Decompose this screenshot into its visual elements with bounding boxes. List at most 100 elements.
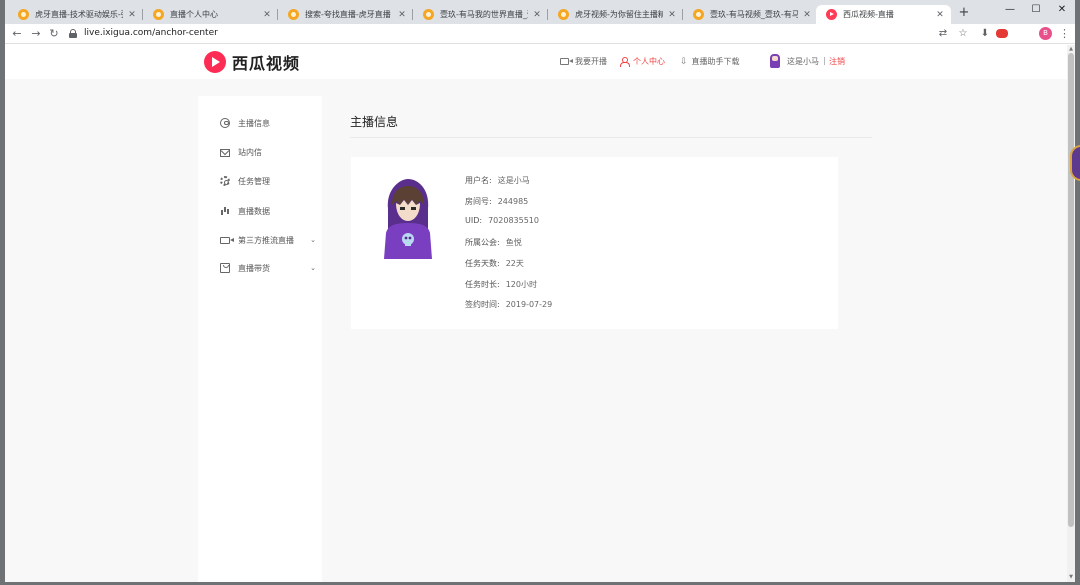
info-task-hours: 任务时长: 120小时 xyxy=(465,279,537,290)
info-label: 所属公会: xyxy=(465,238,500,247)
info-value: 这是小马 xyxy=(497,176,530,185)
tab-huya-personal[interactable]: 直播个人中心 ✕ xyxy=(143,5,278,24)
site-logo[interactable]: 西瓜视频 xyxy=(204,50,300,74)
huya-icon xyxy=(693,9,704,20)
translate-icon[interactable]: ⇄ xyxy=(936,27,950,41)
user-circle-icon xyxy=(220,118,230,128)
tab-strip: 虎牙直播-技术驱动娱乐-弹幕式互 ✕ 直播个人中心 ✕ 搜索-夸找直播-虎牙直播… xyxy=(5,0,1075,24)
video-camera-icon xyxy=(220,237,234,244)
lock-icon[interactable] xyxy=(69,29,77,38)
avatar[interactable] xyxy=(770,54,780,68)
assistant-download-link[interactable]: ⇩ 直播助手下载 xyxy=(680,56,740,67)
gear-icon xyxy=(220,176,230,186)
browser-window: 虎牙直播-技术驱动娱乐-弹幕式互 ✕ 直播个人中心 ✕ 搜索-夸找直播-虎牙直播… xyxy=(5,0,1075,582)
huya-icon xyxy=(288,9,299,20)
back-arrow-icon[interactable]: ← xyxy=(10,27,24,41)
tab-huya-videos[interactable]: 壹玖-有马视频_壹玖-有马直播视 ✕ xyxy=(683,5,818,24)
info-guild: 所属公会: 鱼悦 xyxy=(465,237,522,248)
info-label: 任务时长: xyxy=(465,280,500,289)
info-value: 鱼悦 xyxy=(505,238,522,247)
sidebar-item-anchor-info[interactable]: 主播信息 xyxy=(220,116,316,130)
page-content: 西瓜视频 我要开播 个人中心 ⇩ 直播助手下载 这是小马 | 注销 主播信息 站… xyxy=(5,45,1067,582)
info-value: 244985 xyxy=(497,197,529,206)
sidebar-item-live-data[interactable]: 直播数据 xyxy=(220,204,316,218)
download-icon[interactable]: ⬇ xyxy=(978,27,992,41)
tab-huya-home[interactable]: 虎牙直播-技术驱动娱乐-弹幕式互 ✕ xyxy=(8,5,143,24)
tab-title: 直播个人中心 xyxy=(170,10,218,19)
info-label: 用户名: xyxy=(465,176,492,185)
close-icon[interactable]: ✕ xyxy=(532,10,542,20)
assistant-download-label: 直播助手下载 xyxy=(691,57,740,66)
page-title: 主播信息 xyxy=(350,115,399,129)
logout-link[interactable]: 注销 xyxy=(829,56,845,67)
close-icon[interactable]: ✕ xyxy=(397,10,407,20)
sidebar-item-label: 主播信息 xyxy=(238,118,270,128)
close-icon[interactable]: ✕ xyxy=(262,10,272,20)
close-icon[interactable]: ✕ xyxy=(667,10,677,20)
info-label: 任务天数: xyxy=(465,259,500,268)
maximize-button[interactable]: ☐ xyxy=(1029,3,1043,17)
info-value: 120小时 xyxy=(505,280,537,289)
address-bar[interactable]: live.ixigua.com/anchor-center xyxy=(84,28,218,38)
bar-chart-icon xyxy=(220,206,230,216)
tab-title: 搜索-夸找直播-虎牙直播 xyxy=(305,10,391,19)
sidebar-item-tasks[interactable]: 任务管理 xyxy=(220,174,316,188)
sidebar-item-label: 任务管理 xyxy=(238,176,270,186)
sidebar-item-live-commerce[interactable]: 直播带货 ⌄ xyxy=(220,261,316,275)
scroll-up-icon[interactable]: ▲ xyxy=(1068,46,1074,52)
tab-huya-video[interactable]: 虎牙视频-为你留住主播精彩时刻 ✕ xyxy=(548,5,683,24)
sidebar-item-third-party-stream[interactable]: 第三方推流直播 ⌄ xyxy=(220,233,316,247)
tab-huya-search[interactable]: 搜索-夸找直播-虎牙直播 ✕ xyxy=(278,5,413,24)
sidebar: 主播信息 站内信 任务管理 直播数据 第三方推流直播 ⌄ 直播带货 ⌄ xyxy=(198,96,322,582)
avatar[interactable]: B xyxy=(1039,27,1052,40)
info-uid: UID: 7020835510 xyxy=(465,216,539,225)
window-close-button[interactable]: ✕ xyxy=(1055,3,1069,17)
info-task-days: 任务天数: 22天 xyxy=(465,258,524,269)
reload-icon[interactable]: ↻ xyxy=(47,27,61,41)
sidebar-item-label: 直播数据 xyxy=(238,206,270,216)
personal-center-label: 个人中心 xyxy=(633,57,665,66)
sidebar-item-label: 第三方推流直播 xyxy=(238,235,294,245)
close-icon[interactable]: ✕ xyxy=(127,10,137,20)
close-icon[interactable]: ✕ xyxy=(935,10,945,20)
huya-icon xyxy=(18,9,29,20)
tab-title: 壹玖-有马我的世界直播_壹玖-有 xyxy=(440,10,528,19)
xigua-logo-icon xyxy=(204,51,226,73)
new-tab-button[interactable]: + xyxy=(957,6,971,20)
extension-icon[interactable] xyxy=(996,29,1008,38)
huya-icon xyxy=(558,9,569,20)
scrollbar-thumb[interactable] xyxy=(1068,53,1074,527)
huya-icon xyxy=(153,9,164,20)
info-label: 房间号: xyxy=(465,197,492,206)
info-value: 22天 xyxy=(505,259,524,268)
user-name[interactable]: 这是小马 xyxy=(787,56,819,67)
close-icon[interactable]: ✕ xyxy=(802,10,812,20)
sidebar-item-label: 直播带货 xyxy=(238,263,270,273)
huya-icon xyxy=(423,9,434,20)
tab-title: 虎牙视频-为你留住主播精彩时刻 xyxy=(575,10,663,19)
forward-arrow-icon[interactable]: → xyxy=(29,27,43,41)
info-label: UID: xyxy=(465,216,483,225)
tab-title: 西瓜视频-直播 xyxy=(843,10,894,19)
minimize-button[interactable]: — xyxy=(1003,3,1017,17)
xigua-icon xyxy=(826,9,837,20)
tab-huya-room[interactable]: 壹玖-有马我的世界直播_壹玖-有 ✕ xyxy=(413,5,548,24)
go-live-link[interactable]: 我要开播 xyxy=(560,56,607,67)
floating-widget[interactable] xyxy=(1070,145,1080,181)
video-camera-icon xyxy=(560,58,573,65)
anchor-avatar xyxy=(384,179,432,259)
scroll-down-icon[interactable]: ▼ xyxy=(1068,574,1074,580)
sidebar-item-messages[interactable]: 站内信 xyxy=(220,145,316,159)
separator: | xyxy=(823,56,826,65)
more-menu-icon[interactable]: ⋮ xyxy=(1059,27,1070,40)
tab-xigua-live[interactable]: 西瓜视频-直播 ✕ xyxy=(816,5,951,24)
info-username: 用户名: 这是小马 xyxy=(465,175,530,186)
browser-toolbar: ← → ↻ live.ixigua.com/anchor-center ⇄ ☆ … xyxy=(5,24,1075,44)
chevron-down-icon: ⌄ xyxy=(310,236,316,244)
chevron-down-icon: ⌄ xyxy=(310,264,316,272)
star-icon[interactable]: ☆ xyxy=(956,27,970,41)
personal-center-link[interactable]: 个人中心 xyxy=(620,56,665,67)
tab-title: 壹玖-有马视频_壹玖-有马直播视 xyxy=(710,10,798,19)
sidebar-item-label: 站内信 xyxy=(238,147,262,157)
site-header: 西瓜视频 我要开播 个人中心 ⇩ 直播助手下载 这是小马 | 注销 xyxy=(5,45,1067,79)
